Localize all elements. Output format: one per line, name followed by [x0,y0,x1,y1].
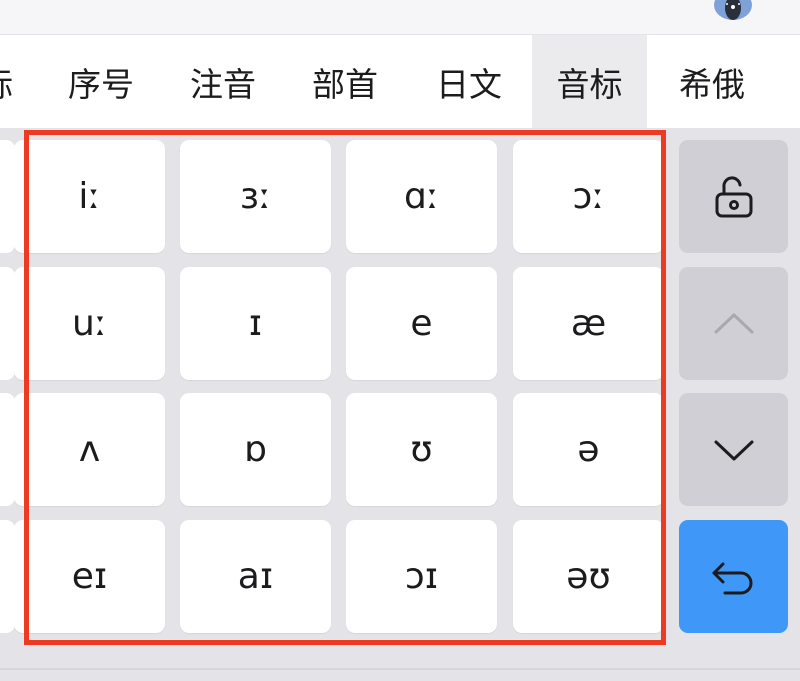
bottom-divider [0,668,800,670]
page-down-button[interactable] [679,393,788,506]
symbol-key[interactable]: æ [513,267,664,380]
top-bar [0,0,800,35]
page-up-button[interactable] [679,267,788,380]
chevron-up-icon [714,313,753,333]
symbol-key[interactable]: ə [513,393,664,506]
lock-open-icon [715,175,752,217]
symbol-key[interactable]: ɜː [180,140,331,253]
symbol-key[interactable]: iː [14,140,165,253]
partial-key [0,267,15,380]
partial-key [0,140,15,253]
symbol-key[interactable]: eɪ [14,520,165,633]
symbol-key[interactable]: uː [14,267,165,380]
lock-button[interactable] [679,140,788,253]
symbol-key[interactable]: ɔɪ [346,520,497,633]
tab-numbering[interactable]: 序号 [40,35,162,128]
symbol-key[interactable]: ɔː [513,140,664,253]
symbol-key[interactable]: ɪ [180,267,331,380]
return-button[interactable] [679,520,788,633]
symbol-key[interactable]: ʌ [14,393,165,506]
tab-partial[interactable]: 标 [0,35,13,128]
symbol-key[interactable]: ɒ [180,393,331,506]
partial-key [0,393,15,506]
symbol-key[interactable]: ɑː [346,140,497,253]
tab-zhuyin[interactable]: 注音 [162,35,284,128]
chevron-down-icon [714,440,753,460]
partial-key [0,520,15,633]
symbol-key[interactable]: əʊ [513,520,664,633]
tab-phonetic[interactable]: 音标 [532,35,647,128]
avatar[interactable] [714,0,752,20]
tab-japanese[interactable]: 日文 [406,35,532,128]
category-tab-bar: 标 序号 注音 部首 日文 音标 希俄 [0,35,800,128]
symbol-key[interactable]: e [346,267,497,380]
tab-greek-russian[interactable]: 希俄 [647,35,777,128]
symbol-key[interactable]: aɪ [180,520,331,633]
symbol-key[interactable]: ʊ [346,393,497,506]
return-icon [712,562,752,594]
tab-radicals[interactable]: 部首 [284,35,406,128]
